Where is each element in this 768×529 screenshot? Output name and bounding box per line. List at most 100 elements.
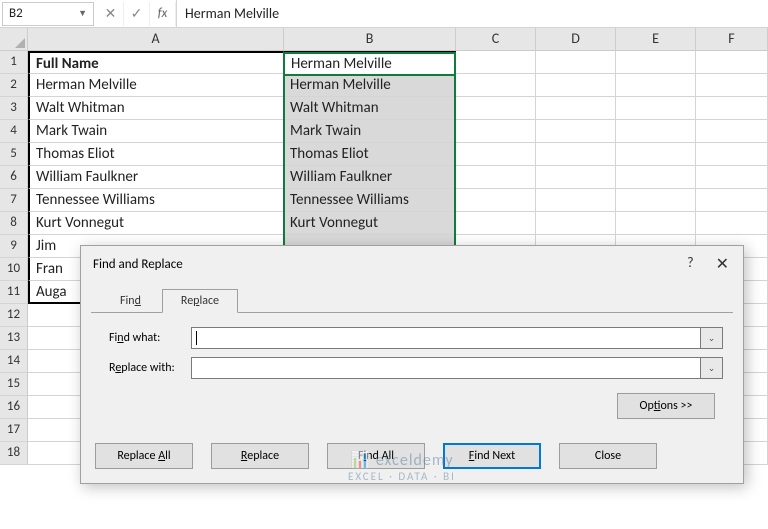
row-header[interactable]: 7 (0, 189, 28, 212)
col-header[interactable]: B (284, 28, 456, 51)
cell[interactable] (456, 143, 536, 166)
cell[interactable] (536, 143, 616, 166)
replace-with-dropdown[interactable]: ⌄ (701, 357, 723, 379)
cell[interactable] (456, 51, 536, 74)
row-header[interactable]: 4 (0, 120, 28, 143)
row-header[interactable]: 2 (0, 74, 28, 97)
options-button[interactable]: Options >> (617, 393, 715, 419)
cell[interactable]: Tennessee Williams (28, 189, 284, 212)
row-header[interactable]: 16 (0, 396, 28, 419)
row-header[interactable]: 17 (0, 419, 28, 442)
cell[interactable]: Kurt Vonnegut (284, 212, 456, 235)
fx-icon[interactable]: fx (150, 2, 176, 26)
cell[interactable]: Walt Whitman (28, 97, 284, 120)
close-button[interactable]: Close (559, 443, 657, 469)
replace-all-button[interactable]: Replace All (95, 443, 193, 469)
cell[interactable]: Kurt Vonnegut (28, 212, 284, 235)
close-icon[interactable]: ✕ (712, 254, 733, 274)
cell[interactable] (536, 51, 616, 74)
cell[interactable]: Tennessee Williams (284, 189, 456, 212)
cell[interactable] (456, 120, 536, 143)
cell[interactable] (696, 189, 768, 212)
row-header[interactable]: 12 (0, 304, 28, 327)
cell[interactable]: Mark Twain (28, 120, 284, 143)
find-all-button[interactable]: Find All (327, 443, 425, 469)
cell[interactable]: Herman Melville (284, 74, 456, 97)
row-header[interactable]: 11 (0, 281, 28, 304)
row-header[interactable]: 6 (0, 166, 28, 189)
cell[interactable] (456, 74, 536, 97)
cell[interactable] (616, 143, 696, 166)
table-row: 1Full NameLast Name (0, 51, 768, 74)
cell[interactable] (616, 51, 696, 74)
cell[interactable] (696, 143, 768, 166)
help-icon[interactable]: ? (687, 254, 694, 274)
row-header[interactable]: 14 (0, 350, 28, 373)
row-header[interactable]: 3 (0, 97, 28, 120)
cell[interactable] (696, 74, 768, 97)
row-header[interactable]: 18 (0, 442, 28, 465)
cell[interactable] (696, 51, 768, 74)
tab-find[interactable]: Find (101, 289, 160, 313)
name-box[interactable]: B2 ▼ (2, 2, 94, 26)
cell[interactable] (616, 97, 696, 120)
cell[interactable] (536, 74, 616, 97)
cell[interactable] (696, 166, 768, 189)
cell[interactable] (536, 166, 616, 189)
cell[interactable] (456, 97, 536, 120)
cell[interactable] (536, 97, 616, 120)
find-next-button[interactable]: Find Next (443, 443, 541, 469)
cell[interactable] (696, 97, 768, 120)
tab-replace[interactable]: Replace (162, 289, 238, 313)
cell[interactable]: William Faulkner (28, 166, 284, 189)
cancel-formula-icon[interactable]: ✕ (98, 2, 124, 26)
formula-input[interactable]: Herman Melville (176, 0, 768, 27)
dialog-titlebar[interactable]: Find and Replace ? ✕ (81, 246, 743, 280)
find-what-dropdown[interactable]: ⌄ (701, 327, 723, 349)
cell[interactable]: Last Name (284, 51, 456, 74)
replace-with-input[interactable] (191, 357, 701, 379)
replace-button[interactable]: Replace (211, 443, 309, 469)
cell[interactable]: Herman Melville (28, 74, 284, 97)
table-row: 7Tennessee WilliamsTennessee Williams (0, 189, 768, 212)
cell[interactable] (536, 212, 616, 235)
table-row: 6William FaulknerWilliam Faulkner (0, 166, 768, 189)
cell[interactable] (616, 166, 696, 189)
cell[interactable] (616, 74, 696, 97)
col-header[interactable]: E (616, 28, 696, 51)
cell[interactable] (456, 212, 536, 235)
accept-formula-icon[interactable]: ✓ (124, 2, 150, 26)
cell[interactable] (456, 189, 536, 212)
col-header[interactable]: D (536, 28, 616, 51)
cell[interactable]: Thomas Eliot (284, 143, 456, 166)
cell[interactable] (616, 189, 696, 212)
cell[interactable]: Full Name (28, 51, 284, 74)
dialog-title: Find and Replace (93, 257, 183, 272)
cell[interactable] (696, 120, 768, 143)
row-header[interactable]: 13 (0, 327, 28, 350)
name-box-value: B2 (9, 6, 23, 21)
cell[interactable] (616, 212, 696, 235)
col-header[interactable]: A (28, 28, 284, 51)
cell[interactable]: Walt Whitman (284, 97, 456, 120)
cell[interactable] (696, 212, 768, 235)
cell[interactable]: William Faulkner (284, 166, 456, 189)
cell[interactable] (536, 189, 616, 212)
cell[interactable]: Thomas Eliot (28, 143, 284, 166)
cell[interactable] (456, 166, 536, 189)
select-all-corner[interactable] (0, 28, 28, 51)
row-header[interactable]: 8 (0, 212, 28, 235)
cell[interactable] (616, 120, 696, 143)
find-what-input[interactable] (191, 327, 701, 349)
row-header[interactable]: 10 (0, 258, 28, 281)
col-header[interactable]: C (456, 28, 536, 51)
cell[interactable]: Mark Twain (284, 120, 456, 143)
formula-value: Herman Melville (185, 5, 279, 22)
cell[interactable] (536, 120, 616, 143)
row-header[interactable]: 15 (0, 373, 28, 396)
col-header[interactable]: F (696, 28, 768, 51)
row-header[interactable]: 5 (0, 143, 28, 166)
row-header[interactable]: 1 (0, 51, 28, 74)
formula-bar: B2 ▼ ✕ ✓ fx Herman Melville (0, 0, 768, 28)
row-header[interactable]: 9 (0, 235, 28, 258)
